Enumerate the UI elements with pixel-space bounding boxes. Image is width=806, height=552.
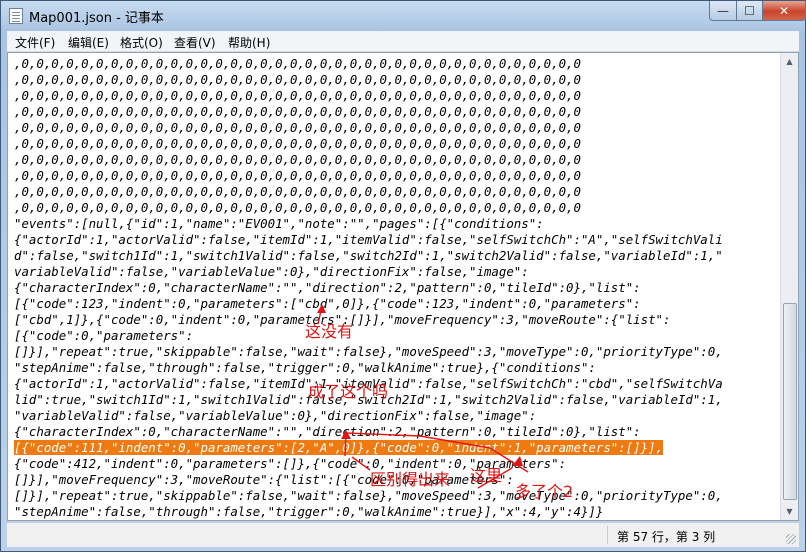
- editor-line: ,0,0,0,0,0,0,0,0,0,0,0,0,0,0,0,0,0,0,0,0…: [14, 120, 581, 135]
- editor-line: ,0,0,0,0,0,0,0,0,0,0,0,0,0,0,0,0,0,0,0,0…: [14, 88, 581, 103]
- scroll-up-icon[interactable]: ▲: [781, 53, 798, 70]
- editor-line: ,0,0,0,0,0,0,0,0,0,0,0,0,0,0,0,0,0,0,0,0…: [14, 72, 581, 87]
- close-icon: ✕: [778, 3, 790, 18]
- annotation-became-this: 成了这个吗: [308, 382, 389, 401]
- annotation-not-here: 这没有: [305, 322, 354, 341]
- editor-line: ,0,0,0,0,0,0,0,0,0,0,0,0,0,0,0,0,0,0,0,0…: [14, 152, 581, 167]
- scroll-down-icon[interactable]: ▼: [781, 503, 798, 520]
- editor-line: "stepAnime":false,"through":false,"trigg…: [14, 360, 596, 375]
- annotation-can-distinguish: 区别得出来: [370, 470, 451, 489]
- editor-line: ,0,0,0,0,0,0,0,0,0,0,0,0,0,0,0,0,0,0,0,0…: [14, 184, 581, 199]
- editor-line: {"actorId":1,"actorValid":false,"itemId"…: [14, 232, 723, 247]
- annotation-extra-2: 多了个2: [515, 482, 574, 501]
- editor-line: {"characterIndex":0,"characterName":"","…: [14, 424, 641, 439]
- menu-view[interactable]: 查看(V): [174, 34, 216, 51]
- editor-line: [{"code":123,"indent":0,"parameters":["c…: [14, 296, 641, 311]
- minimize-icon: —: [717, 3, 729, 18]
- text-editor[interactable]: ,0,0,0,0,0,0,0,0,0,0,0,0,0,0,0,0,0,0,0,0…: [7, 52, 799, 521]
- title-bar[interactable]: Map001.json - 记事本 — ☐ ✕: [1, 1, 806, 31]
- editor-line: []}],"repeat":true,"skippable":false,"wa…: [14, 488, 723, 503]
- editor-line: ,0,0,0,0,0,0,0,0,0,0,0,0,0,0,0,0,0,0,0,0…: [14, 200, 581, 215]
- maximize-button[interactable]: ☐: [736, 1, 763, 21]
- editor-line: []}],"repeat":true,"skippable":false,"wa…: [14, 344, 723, 359]
- menu-format[interactable]: 格式(O): [120, 34, 163, 51]
- resize-grip-icon[interactable]: [786, 534, 796, 544]
- editor-line: d":false,"switch1Id":1,"switch1Valid":fa…: [14, 248, 723, 263]
- editor-line: ,0,0,0,0,0,0,0,0,0,0,0,0,0,0,0,0,0,0,0,0…: [14, 56, 581, 71]
- editor-text[interactable]: ,0,0,0,0,0,0,0,0,0,0,0,0,0,0,0,0,0,0,0,0…: [14, 56, 774, 520]
- editor-line: "stepAnime":false,"through":false,"trigg…: [14, 504, 604, 519]
- editor-line: variableValid":false,"variableValue":0},…: [14, 264, 529, 279]
- maximize-icon: ☐: [744, 3, 755, 18]
- scroll-thumb[interactable]: [783, 303, 797, 500]
- editor-line: ,0,0,0,0,0,0,0,0,0,0,0,0,0,0,0,0,0,0,0,0…: [14, 104, 581, 119]
- notepad-icon: [9, 8, 23, 24]
- vertical-scrollbar[interactable]: ▲ ▼: [780, 53, 798, 520]
- editor-line: [{"code":0,"parameters":: [14, 328, 194, 343]
- editor-line: ,0,0,0,0,0,0,0,0,0,0,0,0,0,0,0,0,0,0,0,0…: [14, 136, 581, 151]
- window-title: Map001.json - 记事本: [29, 11, 164, 26]
- close-button[interactable]: ✕: [762, 1, 806, 21]
- annotation-here: 这里: [470, 466, 503, 485]
- status-divider: [607, 526, 608, 544]
- editor-line: ,0,0,0,0,0,0,0,0,0,0,0,0,0,0,0,0,0,0,0,0…: [14, 168, 581, 183]
- menu-file[interactable]: 文件(F): [15, 34, 55, 51]
- editor-line: {"characterIndex":0,"characterName":"","…: [14, 280, 641, 295]
- menu-bar: 文件(F) 编辑(E) 格式(O) 查看(V) 帮助(H): [7, 31, 799, 52]
- menu-help[interactable]: 帮助(H): [228, 34, 270, 51]
- editor-line: "variableValid":false,"variableValue":0}…: [14, 408, 537, 423]
- menu-edit[interactable]: 编辑(E): [68, 34, 109, 51]
- minimize-button[interactable]: —: [709, 1, 737, 21]
- cursor-position: 第 57 行，第 3 列: [617, 530, 716, 544]
- editor-line: "events":[null,{"id":1,"name":"EV001","n…: [14, 216, 544, 231]
- status-bar: 第 57 行，第 3 列: [7, 522, 799, 547]
- highlighted-selection: [{"code":111,"indent":0,"parameters":[2,…: [14, 440, 664, 455]
